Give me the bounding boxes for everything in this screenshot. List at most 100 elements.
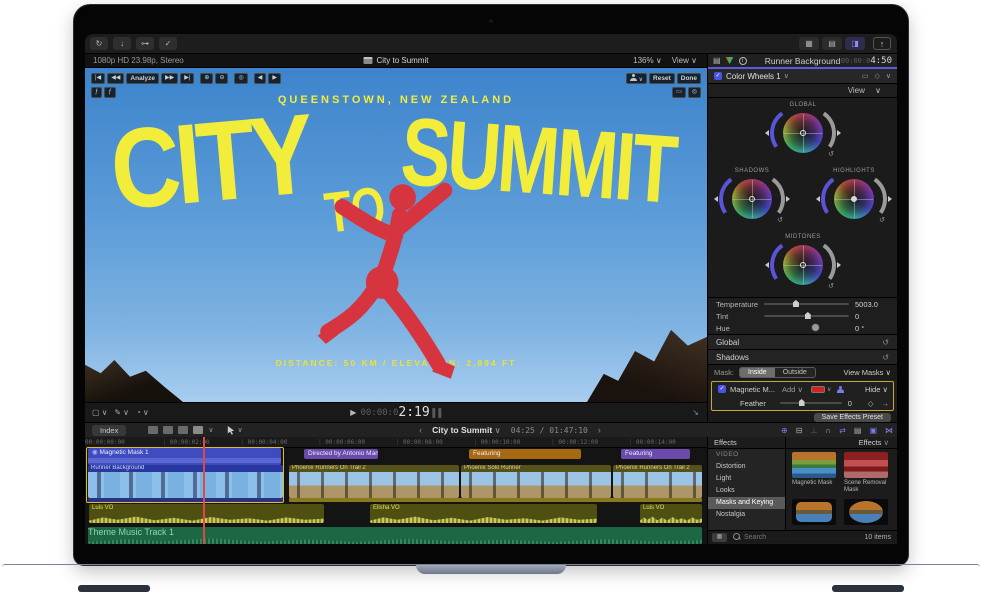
color-wheel-shadows[interactable]: SHADOWS ↺: [722, 168, 782, 222]
prev-frame-button[interactable]: ◀: [254, 73, 267, 84]
reset-icon[interactable]: ↺: [879, 216, 885, 224]
effects-search-input[interactable]: Search: [744, 534, 766, 541]
category-distortion[interactable]: Distortion: [708, 461, 785, 473]
effect-enabled-checkbox[interactable]: ✓: [714, 72, 722, 80]
stroke-tool-button[interactable]: ƒ: [91, 87, 102, 98]
color-wheel-global[interactable]: GLOBAL ↺: [773, 102, 833, 156]
keyframe-icon[interactable]: ◇: [874, 72, 879, 80]
effect-thumb-shape-mask[interactable]: [844, 499, 888, 525]
effect-row-color-wheels[interactable]: ✓ Color Wheels 1 ∨ ▭ ◇ ∨: [708, 69, 897, 84]
expand-meters-icon[interactable]: ↘: [692, 408, 699, 417]
video-clip-phoenix-runners-1[interactable]: Phoenix Runners On Trail 2: [289, 465, 459, 498]
playhead[interactable]: [203, 437, 205, 544]
go-end-button[interactable]: ▶|: [180, 73, 194, 84]
letterbox-toggle-button[interactable]: ▭: [672, 87, 686, 98]
section-global[interactable]: Global ↺: [708, 334, 897, 349]
media-browser-icon[interactable]: ▤: [854, 426, 862, 435]
go-start-button[interactable]: |◀: [91, 73, 105, 84]
chevron-down-icon[interactable]: ∨: [784, 72, 789, 80]
viewer-canvas[interactable]: QUEENSTOWN, NEW ZEALAND CITY TO SUMMIT D…: [85, 68, 707, 402]
wheels-view-dropdown[interactable]: View ∨: [848, 86, 889, 95]
video-clip-runner-background[interactable]: Runner Background: [88, 465, 283, 498]
chevron-down-icon[interactable]: ∨: [208, 426, 213, 434]
timeline-ruler[interactable]: 00:00:00:00 00:00:02:00 00:00:04:00 00:0…: [85, 437, 707, 448]
color-wheel-highlights[interactable]: HIGHLIGHTS ↺: [824, 168, 884, 222]
title-clip-featuring-1[interactable]: Featuring: [469, 449, 581, 459]
reset-icon[interactable]: ↺: [882, 338, 889, 347]
trim-icon[interactable]: ⊟: [796, 426, 803, 435]
view-masks-dropdown[interactable]: View Masks ∨: [844, 368, 891, 377]
category-video[interactable]: VIDEO: [708, 449, 785, 461]
nav-back-button[interactable]: ‹: [419, 425, 422, 435]
video-clip-phoenix-solo[interactable]: Phoenix Solo Runner: [461, 465, 611, 498]
video-inspector-icon[interactable]: ▤: [713, 56, 721, 65]
color-inspector-icon[interactable]: [726, 57, 734, 64]
import-media-button[interactable]: ↻: [90, 37, 108, 50]
feather-slider[interactable]: [780, 402, 842, 404]
nav-forward-button[interactable]: ›: [598, 425, 601, 435]
zoom-in-button[interactable]: ⊕: [200, 73, 213, 84]
timeline-panel[interactable]: 00:00:00:00 00:00:02:00 00:00:04:00 00:0…: [85, 437, 707, 544]
effect-thumb-magnetic-mask[interactable]: [792, 452, 836, 478]
transitions-browser-icon[interactable]: ⋈: [885, 426, 893, 435]
mask-enabled-checkbox[interactable]: ✓: [718, 385, 726, 393]
grid-toggle-button[interactable]: ◎: [688, 87, 701, 98]
audio-meter-right[interactable]: [439, 408, 442, 418]
analyze-button[interactable]: Analyze: [126, 73, 159, 84]
hue-dial[interactable]: [764, 327, 849, 329]
mask-inside-button[interactable]: Inside: [740, 368, 775, 377]
reset-icon[interactable]: ↺: [828, 150, 834, 158]
position-icon[interactable]: ⊥: [810, 426, 817, 435]
connect-clip-icon[interactable]: ⊕: [781, 426, 788, 435]
effects-grid-header[interactable]: Effects ∨: [786, 437, 897, 448]
effect-thumb-scene-removal[interactable]: [844, 452, 888, 478]
snapping-icon[interactable]: ⇄: [839, 426, 846, 435]
keyframe-icon[interactable]: ◇: [868, 399, 874, 408]
reset-icon[interactable]: ↺: [777, 216, 783, 224]
reset-icon[interactable]: ↺: [882, 353, 889, 362]
appearance-icon-4[interactable]: [193, 426, 203, 434]
info-inspector-icon[interactable]: i: [739, 57, 747, 65]
view-dropdown[interactable]: View ∨: [672, 56, 697, 65]
category-light[interactable]: Light: [708, 473, 785, 485]
browser-grid-button[interactable]: ▦: [799, 37, 819, 50]
color-wheel-midtones[interactable]: MIDTONES ↺: [773, 234, 833, 288]
download-button[interactable]: ↓: [113, 37, 131, 50]
step-forward-button[interactable]: ▶▶: [161, 73, 178, 84]
mask-color-swatch[interactable]: [811, 386, 825, 393]
reset-icon[interactable]: ↺: [828, 282, 834, 290]
done-button[interactable]: Done: [677, 73, 701, 84]
play-icon[interactable]: ▶: [350, 408, 356, 417]
effect-thumb-draw-mask[interactable]: [792, 499, 836, 525]
timeline-view-button[interactable]: ▤: [822, 37, 842, 50]
tint-slider[interactable]: [764, 315, 849, 317]
category-nostalgia[interactable]: Nostalgia: [708, 509, 785, 521]
screen-icon[interactable]: ▭: [862, 72, 869, 80]
music-clip-theme-track[interactable]: Theme Music Track 1: [88, 527, 702, 544]
appearance-icon-1[interactable]: [148, 426, 158, 434]
mask-hide-dropdown[interactable]: Hide ∨: [865, 385, 888, 394]
effects-tool-dropdown[interactable]: ✎∨: [114, 408, 129, 417]
temperature-slider[interactable]: [764, 303, 849, 305]
mask-add-stepper[interactable]: Add ∨: [782, 385, 803, 394]
title-clip-featuring-2[interactable]: Featuring: [621, 449, 690, 459]
person-select-button[interactable]: ∨: [626, 73, 647, 84]
zoom-out-button[interactable]: ⊖: [215, 73, 228, 84]
inspector-toggle-button[interactable]: ◨: [845, 37, 865, 50]
chevron-down-icon[interactable]: ∨: [886, 72, 891, 80]
category-looks[interactable]: Looks: [708, 485, 785, 497]
background-tasks-button[interactable]: ✓: [159, 37, 177, 50]
stroke-add-tool-button[interactable]: ƒ: [104, 87, 115, 98]
target-button[interactable]: ◎: [234, 73, 247, 84]
index-button[interactable]: Index: [92, 425, 126, 436]
transform-tool-dropdown[interactable]: ▢∨: [92, 408, 107, 417]
appearance-icon-3[interactable]: [178, 426, 188, 434]
title-clip-directed-by[interactable]: Directed by Antonio Manriquez: [304, 449, 378, 459]
next-keyframe-icon[interactable]: →: [882, 399, 890, 408]
reset-button[interactable]: Reset: [649, 73, 675, 84]
step-back-button[interactable]: ◀◀: [107, 73, 124, 84]
audio-meter-left[interactable]: [433, 408, 436, 418]
video-clip-phoenix-runners-2[interactable]: Phoenix Runners On Trail 2: [613, 465, 702, 498]
title-clip-magnetic-mask[interactable]: ◉ Magnetic Mask 1: [88, 448, 281, 465]
audio-clip-luis-vo-2[interactable]: Luis VO: [640, 504, 702, 523]
